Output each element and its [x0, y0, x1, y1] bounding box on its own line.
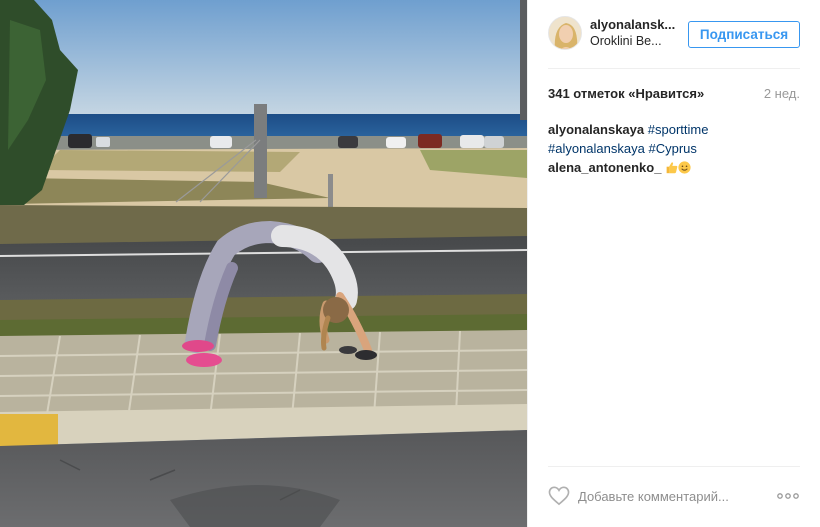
- user-block: alyonalansk... Oroklini Be...: [590, 17, 686, 49]
- thumbs-up-emoji-icon: [666, 162, 678, 174]
- heart-outline-icon[interactable]: [548, 486, 570, 506]
- photo-scene: [0, 0, 527, 527]
- comment-username[interactable]: alena_antonenko_: [548, 160, 661, 175]
- follow-button[interactable]: Подписаться: [688, 21, 800, 48]
- more-options-icon[interactable]: [776, 488, 800, 504]
- likes-row: 341 отметок «Нравится» 2 нед.: [548, 86, 800, 104]
- hashtag-link[interactable]: #Cyprus: [648, 141, 696, 156]
- comment-caption-line2: #alyonalanskaya #Cyprus: [548, 139, 800, 158]
- likes-count[interactable]: 341 отметок «Нравится»: [548, 86, 704, 101]
- comment-item: alena_antonenko_: [548, 158, 800, 177]
- comment-input[interactable]: [578, 485, 758, 507]
- divider: [548, 466, 800, 467]
- divider: [548, 68, 800, 69]
- post-sidebar: alyonalansk... Oroklini Be... Подписатьс…: [527, 0, 820, 527]
- comment-bar: [548, 484, 800, 508]
- hashtag-link[interactable]: #sporttime: [648, 122, 709, 137]
- comment-caption-line1: alyonalanskaya #sporttime: [548, 120, 800, 139]
- smile-emoji-icon: [678, 161, 691, 174]
- username-link[interactable]: alyonalansk...: [590, 17, 686, 33]
- avatar-image: [549, 17, 581, 49]
- avatar[interactable]: [548, 16, 582, 50]
- location-link[interactable]: Oroklini Be...: [590, 33, 686, 49]
- post-photo[interactable]: [0, 0, 527, 527]
- comments-list: alyonalanskaya #sporttime #alyonalanskay…: [548, 120, 800, 177]
- post-header: alyonalansk... Oroklini Be... Подписатьс…: [548, 14, 808, 54]
- hashtag-link[interactable]: #alyonalanskaya: [548, 141, 645, 156]
- post-timestamp[interactable]: 2 нед.: [764, 86, 800, 101]
- comment-username[interactable]: alyonalanskaya: [548, 122, 644, 137]
